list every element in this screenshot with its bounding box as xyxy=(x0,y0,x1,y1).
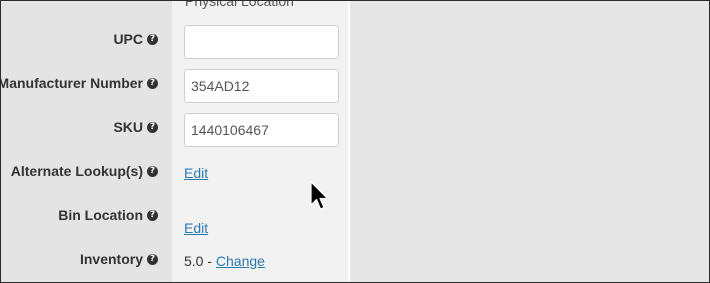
question-circle-icon[interactable]: ? xyxy=(147,77,158,89)
bin-location-label-row: Bin Location ? xyxy=(58,207,158,223)
alternate-lookups-edit-link[interactable]: Edit xyxy=(184,165,208,181)
bin-location-edit-link[interactable]: Edit xyxy=(184,220,208,236)
upc-input[interactable] xyxy=(184,25,339,59)
manufacturer-number-label-row: Manufacturer Number ? xyxy=(0,75,158,91)
bin-location-label: Bin Location xyxy=(58,207,143,223)
question-circle-icon[interactable]: ? xyxy=(147,165,158,177)
inventory-change-link[interactable]: Change xyxy=(216,253,265,269)
question-circle-icon[interactable]: ? xyxy=(147,253,158,265)
inventory-label: Inventory xyxy=(79,251,143,267)
manufacturer-number-input[interactable] xyxy=(184,69,339,103)
form-panel: Physical Location UPC ? Manufacturer Num… xyxy=(0,0,710,283)
inventory-value: 5.0 - xyxy=(184,253,216,269)
question-circle-icon[interactable]: ? xyxy=(147,33,158,45)
upc-label-row: UPC ? xyxy=(113,31,158,47)
question-circle-icon[interactable]: ? xyxy=(147,209,158,221)
sku-label-row: SKU ? xyxy=(113,119,158,135)
manufacturer-number-label: Manufacturer Number xyxy=(0,75,143,91)
physical-location-label: Physical Location xyxy=(185,0,294,9)
inventory-value-row: 5.0 - Change xyxy=(184,253,265,269)
upc-label: UPC xyxy=(113,31,143,47)
question-circle-icon[interactable]: ? xyxy=(147,121,158,133)
sku-input[interactable] xyxy=(184,113,339,147)
mouse-pointer-icon xyxy=(310,181,329,210)
inventory-label-row: Inventory ? xyxy=(80,251,158,267)
column-divider xyxy=(348,1,350,282)
alternate-lookups-label-row: Alternate Lookup(s) ? xyxy=(11,163,158,179)
alternate-lookups-label: Alternate Lookup(s) xyxy=(10,163,143,179)
sku-label: SKU xyxy=(113,119,143,135)
